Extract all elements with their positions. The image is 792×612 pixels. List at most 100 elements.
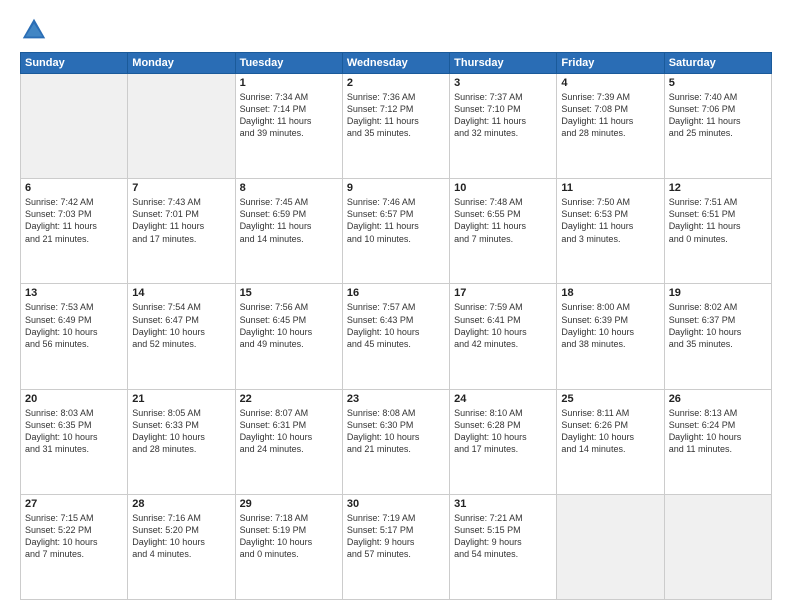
day-number: 21 [132, 393, 230, 405]
cell-content: Sunrise: 7:39 AMSunset: 7:08 PMDaylight:… [561, 91, 659, 140]
cell-content: Sunrise: 8:13 AMSunset: 6:24 PMDaylight:… [669, 407, 767, 456]
header [20, 16, 772, 44]
day-number: 16 [347, 287, 445, 299]
calendar-cell: 24 Sunrise: 8:10 AMSunset: 6:28 PMDayligh… [450, 389, 557, 494]
cell-content: Sunrise: 8:03 AMSunset: 6:35 PMDaylight:… [25, 407, 123, 456]
day-number: 24 [454, 393, 552, 405]
weekday-header-sunday: Sunday [21, 53, 128, 74]
day-number: 4 [561, 77, 659, 89]
day-number: 7 [132, 182, 230, 194]
calendar-cell: 9 Sunrise: 7:46 AMSunset: 6:57 PMDaylight… [342, 179, 449, 284]
weekday-header-monday: Monday [128, 53, 235, 74]
calendar-cell: 29 Sunrise: 7:18 AMSunset: 5:19 PMDayligh… [235, 494, 342, 599]
day-number: 1 [240, 77, 338, 89]
calendar-cell: 1 Sunrise: 7:34 AMSunset: 7:14 PMDaylight… [235, 74, 342, 179]
cell-content: Sunrise: 7:56 AMSunset: 6:45 PMDaylight:… [240, 301, 338, 350]
cell-content: Sunrise: 8:05 AMSunset: 6:33 PMDaylight:… [132, 407, 230, 456]
calendar-cell [128, 74, 235, 179]
calendar-cell: 14 Sunrise: 7:54 AMSunset: 6:47 PMDayligh… [128, 284, 235, 389]
calendar-cell: 23 Sunrise: 8:08 AMSunset: 6:30 PMDayligh… [342, 389, 449, 494]
calendar-cell: 18 Sunrise: 8:00 AMSunset: 6:39 PMDayligh… [557, 284, 664, 389]
cell-content: Sunrise: 8:11 AMSunset: 6:26 PMDaylight:… [561, 407, 659, 456]
day-number: 29 [240, 498, 338, 510]
cell-content: Sunrise: 8:02 AMSunset: 6:37 PMDaylight:… [669, 301, 767, 350]
cell-content: Sunrise: 7:54 AMSunset: 6:47 PMDaylight:… [132, 301, 230, 350]
cell-content: Sunrise: 7:57 AMSunset: 6:43 PMDaylight:… [347, 301, 445, 350]
day-number: 6 [25, 182, 123, 194]
page: SundayMondayTuesdayWednesdayThursdayFrid… [0, 0, 792, 612]
day-number: 2 [347, 77, 445, 89]
cell-content: Sunrise: 8:10 AMSunset: 6:28 PMDaylight:… [454, 407, 552, 456]
day-number: 8 [240, 182, 338, 194]
day-number: 5 [669, 77, 767, 89]
calendar-cell: 30Sunrise: 7:19 AMSunset: 5:17 PMDayligh… [342, 494, 449, 599]
calendar-cell: 20 Sunrise: 8:03 AMSunset: 6:35 PMDayligh… [21, 389, 128, 494]
calendar-cell: 22 Sunrise: 8:07 AMSunset: 6:31 PMDayligh… [235, 389, 342, 494]
day-number: 22 [240, 393, 338, 405]
calendar-cell [21, 74, 128, 179]
cell-content: Sunrise: 8:07 AMSunset: 6:31 PMDaylight:… [240, 407, 338, 456]
day-number: 26 [669, 393, 767, 405]
logo-icon [20, 16, 48, 44]
weekday-header-row: SundayMondayTuesdayWednesdayThursdayFrid… [21, 53, 772, 74]
weekday-header-friday: Friday [557, 53, 664, 74]
calendar-cell: 25 Sunrise: 8:11 AMSunset: 6:26 PMDayligh… [557, 389, 664, 494]
day-number: 30 [347, 498, 445, 510]
day-number: 28 [132, 498, 230, 510]
cell-content: Sunrise: 7:53 AMSunset: 6:49 PMDaylight:… [25, 301, 123, 350]
weekday-header-saturday: Saturday [664, 53, 771, 74]
calendar-cell: 19 Sunrise: 8:02 AMSunset: 6:37 PMDayligh… [664, 284, 771, 389]
calendar-cell: 2 Sunrise: 7:36 AMSunset: 7:12 PMDaylight… [342, 74, 449, 179]
cell-content: Sunrise: 7:40 AMSunset: 7:06 PMDaylight:… [669, 91, 767, 140]
weekday-header-wednesday: Wednesday [342, 53, 449, 74]
cell-content: Sunrise: 7:36 AMSunset: 7:12 PMDaylight:… [347, 91, 445, 140]
day-number: 17 [454, 287, 552, 299]
cell-content: Sunrise: 7:34 AMSunset: 7:14 PMDaylight:… [240, 91, 338, 140]
cell-content: Sunrise: 7:43 AMSunset: 7:01 PMDaylight:… [132, 196, 230, 245]
day-number: 13 [25, 287, 123, 299]
calendar-cell: 11 Sunrise: 7:50 AMSunset: 6:53 PMDayligh… [557, 179, 664, 284]
week-row-4: 27Sunrise: 7:15 AMSunset: 5:22 PMDayligh… [21, 494, 772, 599]
weekday-header-thursday: Thursday [450, 53, 557, 74]
calendar-cell: 28 Sunrise: 7:16 AMSunset: 5:20 PMDayligh… [128, 494, 235, 599]
calendar-cell: 21 Sunrise: 8:05 AMSunset: 6:33 PMDayligh… [128, 389, 235, 494]
calendar-cell: 10Sunrise: 7:48 AMSunset: 6:55 PMDayligh… [450, 179, 557, 284]
day-number: 31 [454, 498, 552, 510]
cell-content: Sunrise: 7:16 AMSunset: 5:20 PMDaylight:… [132, 512, 230, 561]
day-number: 9 [347, 182, 445, 194]
week-row-3: 20 Sunrise: 8:03 AMSunset: 6:35 PMDayligh… [21, 389, 772, 494]
day-number: 14 [132, 287, 230, 299]
calendar-cell [557, 494, 664, 599]
day-number: 25 [561, 393, 659, 405]
calendar-cell: 6Sunrise: 7:42 AMSunset: 7:03 PMDaylight… [21, 179, 128, 284]
day-number: 18 [561, 287, 659, 299]
day-number: 20 [25, 393, 123, 405]
cell-content: Sunrise: 7:50 AMSunset: 6:53 PMDaylight:… [561, 196, 659, 245]
day-number: 15 [240, 287, 338, 299]
calendar-cell: 7 Sunrise: 7:43 AMSunset: 7:01 PMDaylight… [128, 179, 235, 284]
calendar-table: SundayMondayTuesdayWednesdayThursdayFrid… [20, 52, 772, 600]
cell-content: Sunrise: 7:18 AMSunset: 5:19 PMDaylight:… [240, 512, 338, 561]
calendar-cell: 12Sunrise: 7:51 AMSunset: 6:51 PMDayligh… [664, 179, 771, 284]
week-row-2: 13 Sunrise: 7:53 AMSunset: 6:49 PMDayligh… [21, 284, 772, 389]
cell-content: Sunrise: 7:48 AMSunset: 6:55 PMDaylight:… [454, 196, 552, 245]
calendar-cell: 31Sunrise: 7:21 AMSunset: 5:15 PMDayligh… [450, 494, 557, 599]
cell-content: Sunrise: 7:59 AMSunset: 6:41 PMDaylight:… [454, 301, 552, 350]
calendar-cell [664, 494, 771, 599]
calendar-cell: 15 Sunrise: 7:56 AMSunset: 6:45 PMDayligh… [235, 284, 342, 389]
cell-content: Sunrise: 7:46 AMSunset: 6:57 PMDaylight:… [347, 196, 445, 245]
day-number: 12 [669, 182, 767, 194]
calendar-cell: 8 Sunrise: 7:45 AMSunset: 6:59 PMDaylight… [235, 179, 342, 284]
day-number: 3 [454, 77, 552, 89]
cell-content: Sunrise: 7:37 AMSunset: 7:10 PMDaylight:… [454, 91, 552, 140]
calendar-cell: 26 Sunrise: 8:13 AMSunset: 6:24 PMDayligh… [664, 389, 771, 494]
weekday-header-tuesday: Tuesday [235, 53, 342, 74]
day-number: 23 [347, 393, 445, 405]
calendar-cell: 27Sunrise: 7:15 AMSunset: 5:22 PMDayligh… [21, 494, 128, 599]
cell-content: Sunrise: 8:00 AMSunset: 6:39 PMDaylight:… [561, 301, 659, 350]
calendar-cell: 4 Sunrise: 7:39 AMSunset: 7:08 PMDaylight… [557, 74, 664, 179]
cell-content: Sunrise: 8:08 AMSunset: 6:30 PMDaylight:… [347, 407, 445, 456]
cell-content: Sunrise: 7:45 AMSunset: 6:59 PMDaylight:… [240, 196, 338, 245]
day-number: 19 [669, 287, 767, 299]
day-number: 11 [561, 182, 659, 194]
